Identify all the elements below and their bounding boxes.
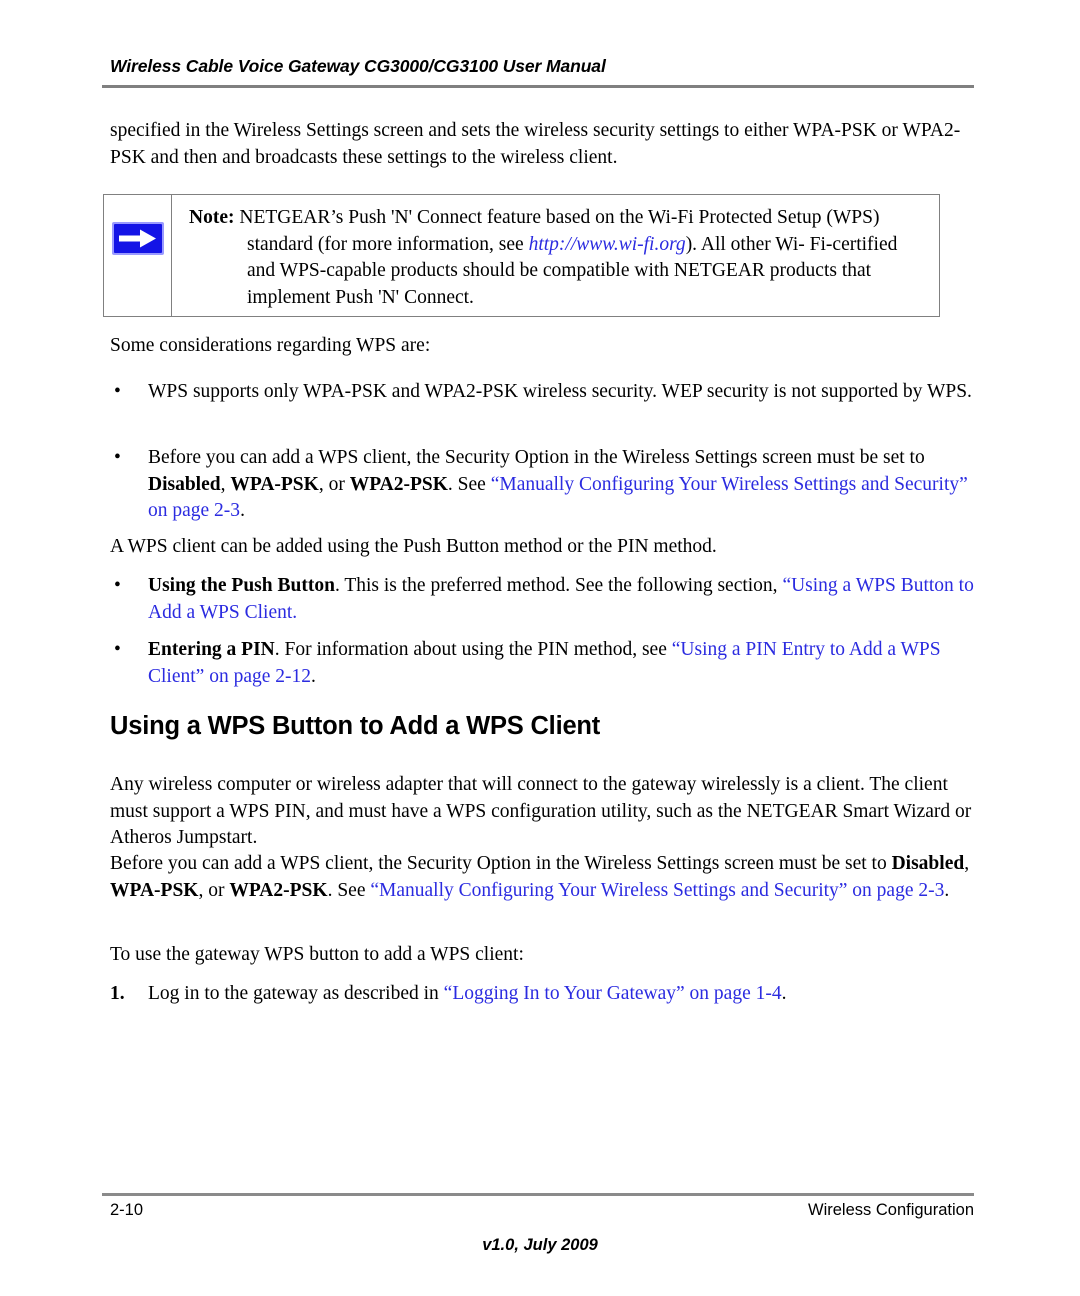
- note-icon-cell: [104, 195, 172, 316]
- bullet-2-sep1: ,: [220, 473, 231, 495]
- step-1-part2: .: [781, 983, 787, 1004]
- note-label: Note:: [189, 207, 235, 228]
- bullet-marker: •: [114, 381, 121, 402]
- section-paragraph-1: Any wireless computer or wireless adapte…: [110, 774, 972, 848]
- section-paragraph-3: To use the gateway WPS button to add a W…: [110, 944, 524, 965]
- method-intro: A WPS client can be added using the Push…: [110, 536, 717, 557]
- manual-config-link-2[interactable]: “Manually Configuring Your Wireless Sett…: [370, 880, 944, 901]
- footer-chapter-name: Wireless Configuration: [808, 1201, 974, 1219]
- sp2-bold-disabled: Disabled: [891, 853, 965, 874]
- list-item: • Using the Push Button. This is the pref…: [110, 573, 976, 626]
- list-item: 1. Log in to the gateway as described in …: [110, 981, 976, 1008]
- method-1-bold: Using the Push Button: [148, 575, 335, 596]
- bullet-marker: •: [114, 639, 121, 660]
- lead-paragraph-block: specified in the Wireless Settings scree…: [110, 118, 978, 171]
- method-bullet-1-block: • Using the Push Button. This is the pref…: [110, 573, 976, 626]
- method-2-bold: Entering a PIN: [148, 639, 275, 660]
- list-item: • Entering a PIN. For information about u…: [110, 637, 976, 690]
- step-list-block: 1. Log in to the gateway as described in …: [110, 981, 976, 1008]
- document-page: Wireless Cable Voice Gateway CG3000/CG31…: [0, 0, 1080, 1296]
- header-rule: [102, 85, 974, 88]
- bullet-2-sep2: , or: [318, 473, 350, 495]
- running-header-title: Wireless Cable Voice Gateway CG3000/CG31…: [110, 56, 606, 76]
- method-1-tail: .: [292, 601, 298, 623]
- method-2-tail: .: [311, 665, 316, 687]
- sp2-part1: Before you can add a WPS client, the Sec…: [110, 853, 892, 874]
- note-line-2-b: ). All other Wi-: [685, 233, 805, 255]
- logging-in-link[interactable]: “Logging In to Your Gateway” on page 1-4: [444, 983, 782, 1004]
- note-callout-box: Note: NETGEAR’s Push 'N' Connect feature…: [103, 194, 940, 317]
- bullet-marker: •: [114, 447, 121, 468]
- sp2-bold-wpa2psk: WPA2-PSK: [229, 879, 328, 901]
- method-intro-block: A WPS client can be added using the Push…: [110, 534, 976, 561]
- blue-right-arrow-icon: [112, 222, 164, 255]
- note-line-1: NETGEAR’s Push 'N' Connect feature based…: [239, 207, 822, 228]
- footer-version: v1.0, July 2009: [482, 1236, 598, 1254]
- bullet-2-bold-disabled: Disabled: [148, 473, 221, 495]
- method-1-text: . This is the preferred method. See the …: [334, 575, 783, 596]
- list-item: • WPS supports only WPA-PSK and WPA2-PSK…: [110, 379, 976, 406]
- considerations-intro: Some considerations regarding WPS are:: [110, 335, 431, 356]
- section-paragraph-2-block: Before you can add a WPS client, the Sec…: [110, 851, 976, 904]
- footer-page-number: 2-10: [110, 1201, 144, 1219]
- bullet-2-part2: . See: [447, 473, 491, 495]
- section-heading: Using a WPS Button to Add a WPS Client: [110, 712, 601, 740]
- note-text: Note: NETGEAR’s Push 'N' Connect feature…: [189, 205, 929, 311]
- sp2-bold-wpapsk: WPA-PSK: [110, 879, 199, 901]
- bullet-list-item-2-block: • Before you can add a WPS client, the Se…: [110, 445, 976, 525]
- sp2-sep1: ,: [964, 853, 970, 874]
- considerations-intro-block: Some considerations regarding WPS are:: [110, 333, 976, 360]
- section-paragraph-2: Before you can add a WPS client, the Sec…: [110, 851, 976, 904]
- section-paragraph-1-block: Any wireless computer or wireless adapte…: [110, 772, 976, 852]
- wifi-org-link[interactable]: http://www.wi-fi.org: [529, 234, 686, 255]
- step-number: 1.: [110, 983, 125, 1004]
- sp2-part3: .: [944, 879, 950, 901]
- lead-paragraph: specified in the Wireless Settings scree…: [110, 120, 961, 168]
- sp2-sep2: , or: [198, 879, 230, 901]
- bullet-2-bold-wpapsk: WPA-PSK: [230, 473, 319, 495]
- bullet-list-item-1-block: • WPS supports only WPA-PSK and WPA2-PSK…: [110, 379, 976, 406]
- list-item: • Before you can add a WPS client, the Se…: [110, 445, 976, 525]
- sp2-part2: . See: [327, 879, 371, 901]
- section-paragraph-3-block: To use the gateway WPS button to add a W…: [110, 942, 976, 969]
- arrow-glyph: [119, 229, 156, 248]
- step-1-part1: Log in to the gateway as described in: [148, 983, 444, 1004]
- bullet-2-bold-wpa2psk: WPA2-PSK: [349, 473, 448, 495]
- bullet-1-text: WPS supports only WPA-PSK and WPA2-PSK w…: [148, 381, 972, 402]
- bullet-2-part1: Before you can add a WPS client, the Sec…: [148, 447, 925, 468]
- bullet-2-part3: .: [240, 500, 245, 521]
- note-body: Note: NETGEAR’s Push 'N' Connect feature…: [172, 195, 939, 316]
- footer-rule: [102, 1193, 974, 1196]
- method-bullet-2-block: • Entering a PIN. For information about u…: [110, 637, 976, 690]
- bullet-marker: •: [114, 575, 121, 596]
- method-2-text: . For information about using the PIN me…: [274, 639, 672, 660]
